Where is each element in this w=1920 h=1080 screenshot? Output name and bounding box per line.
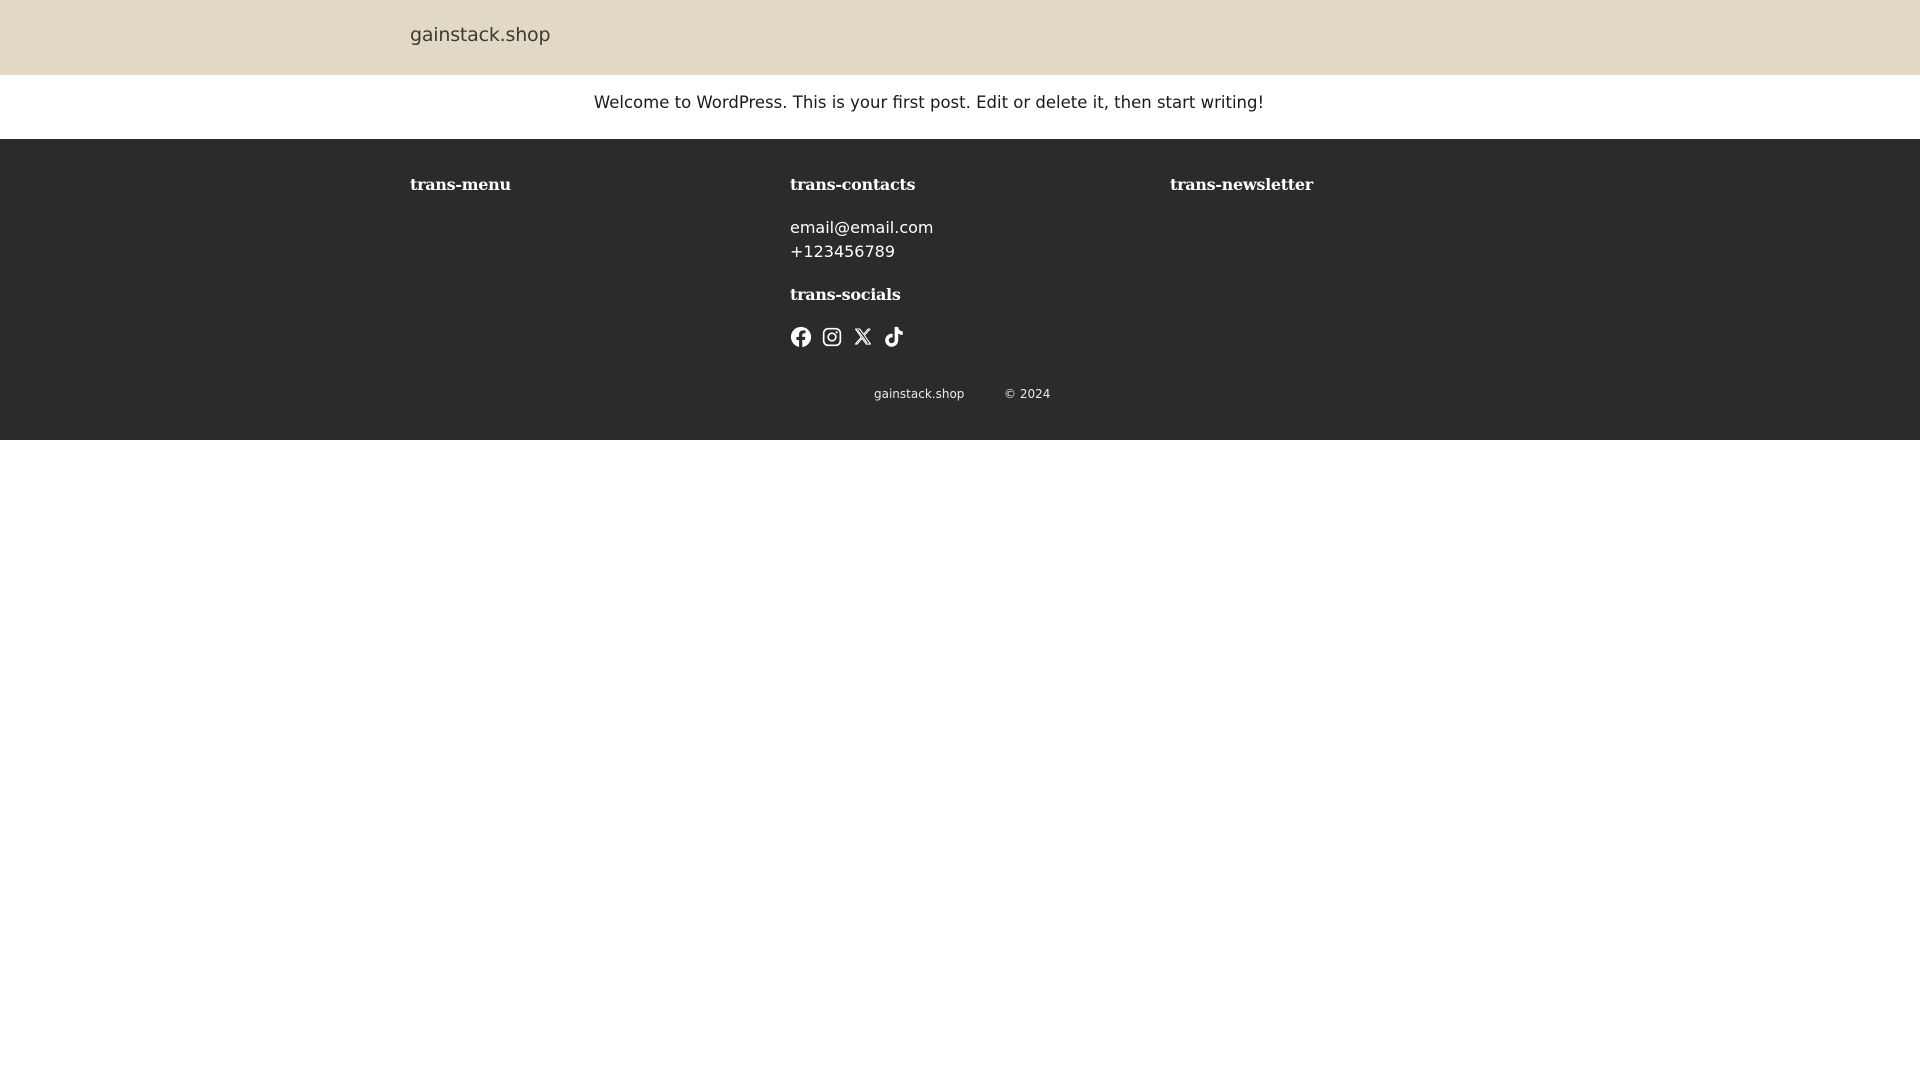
site-header: gainstack.shop [0,0,1920,75]
site-title-link[interactable]: gainstack.shop [410,24,551,46]
instagram-icon [822,327,842,347]
tiktok-link[interactable] [883,326,905,348]
contact-phone[interactable]: +123456789 [790,242,895,261]
tiktok-icon [885,326,903,347]
footer-copyright: © 2024 [1004,387,1051,401]
post-excerpt: Welcome to WordPress. This is your first… [593,92,1265,112]
footer-newsletter-heading: trans-newsletter [1170,175,1313,194]
footer-site-name: gainstack.shop [874,387,965,401]
site-footer: trans-menu trans-contacts trans-newslett… [0,139,1920,440]
x-link[interactable] [852,326,874,348]
social-links [790,326,905,348]
footer-contacts-heading: trans-contacts [790,175,916,194]
footer-menu-heading: trans-menu [410,175,511,194]
footer-socials-heading: trans-socials [790,285,901,304]
x-icon [854,328,872,345]
instagram-link[interactable] [821,326,843,348]
facebook-icon [790,326,812,348]
contact-email[interactable]: email@email.com [790,218,934,237]
facebook-link[interactable] [790,326,812,348]
